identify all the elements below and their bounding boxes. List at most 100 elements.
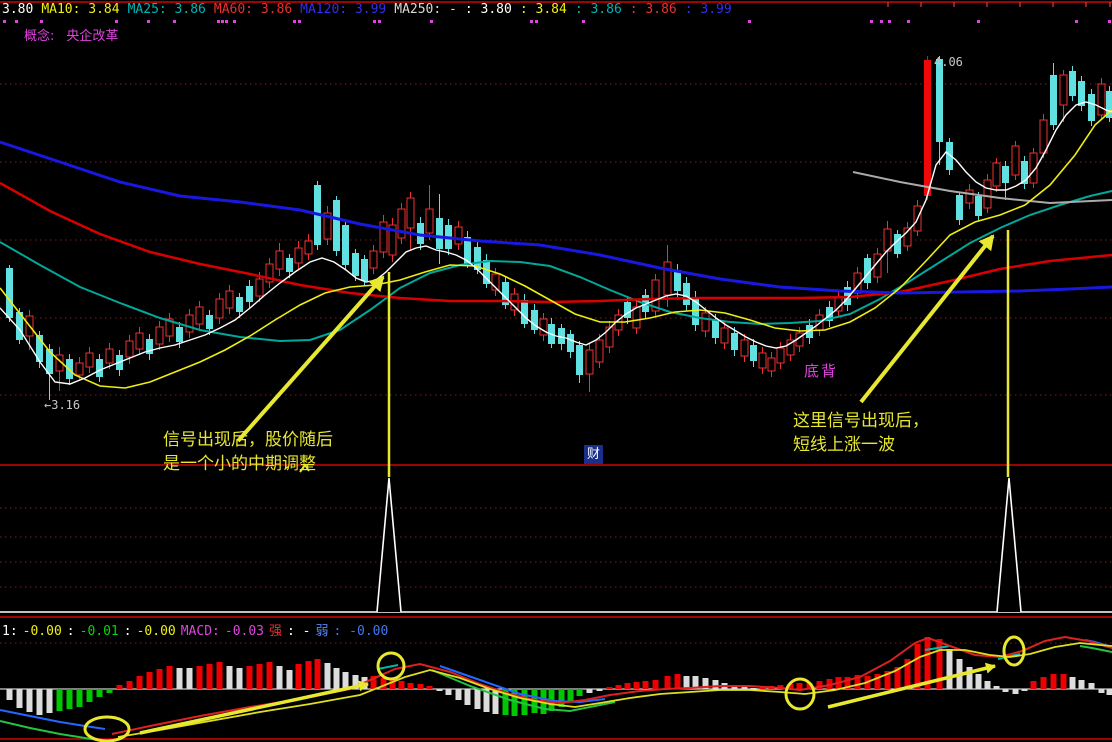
macd-histogram-bar: [236, 668, 243, 689]
candle-body: [983, 179, 992, 209]
candle-body: [342, 225, 349, 265]
candle-body: [567, 334, 574, 352]
macd-histogram-bar: [455, 689, 462, 700]
ma-value-segment: : 3.86: [574, 2, 622, 17]
macd-histogram-bar: [56, 689, 63, 711]
candle-body: [304, 240, 313, 255]
candle-body: [975, 196, 982, 216]
candle-body: [758, 352, 767, 369]
candle-body: [632, 306, 641, 329]
candle-body: [712, 320, 719, 338]
macd-histogram-bar: [445, 689, 452, 695]
macd-histogram-bar: [664, 676, 671, 689]
candle-body: [361, 259, 368, 281]
event-dot: [373, 20, 376, 23]
right-annotation: 这里信号出现后， 短线上涨一波: [793, 409, 929, 457]
right-annotation-line1: 这里信号出现后，: [793, 411, 929, 431]
macd-value-segment: -0.00: [136, 624, 176, 639]
candle-body: [246, 286, 253, 302]
macd-histogram-bar: [521, 689, 528, 715]
event-dot: [40, 20, 43, 23]
macd-value-segment: : -: [287, 624, 311, 639]
ma-value-segment: MA25: 3.86: [127, 2, 206, 17]
macd-histogram-bar: [342, 672, 349, 689]
concept-bar: 概念: 央企改革: [24, 25, 130, 44]
candle-body: [924, 60, 931, 196]
macd-histogram-bar: [66, 689, 73, 709]
macd-value-segment: : -0.00: [333, 624, 389, 639]
event-dot: [870, 20, 873, 23]
event-dot: [115, 20, 118, 23]
macd-histogram-bar: [1098, 689, 1105, 693]
event-dot: [1075, 20, 1078, 23]
candle-body: [397, 208, 406, 239]
macd-histogram-bar: [324, 663, 331, 689]
event-dot: [430, 20, 433, 23]
right-annotation-line2: 短线上涨一波: [793, 435, 895, 455]
ma60-line: [0, 181, 1112, 304]
ma-value-segment: : 3.84: [519, 2, 567, 17]
candle-body: [1059, 74, 1068, 106]
candle-body: [185, 314, 194, 333]
macd-histogram-bar: [106, 689, 113, 693]
macd-histogram-bar: [36, 689, 43, 715]
macd-histogram-bar: [750, 688, 757, 689]
macd-histogram-bar: [1088, 683, 1095, 689]
candle-body: [720, 327, 729, 344]
macd-histogram-bar: [492, 689, 499, 714]
macd-histogram-bar: [633, 682, 640, 689]
macd-annotation-arrow: [139, 680, 369, 735]
candle-body: [294, 247, 303, 264]
concept-label: 概念:: [24, 29, 55, 44]
left-annotation: 信号出现后，股价随后 是一个小的中期调整: [163, 428, 333, 476]
macd-histogram-bar: [295, 664, 302, 689]
ma-value-segment: : 3.99: [684, 2, 732, 17]
macd-histogram-bar: [6, 689, 13, 700]
macd-histogram-bar: [176, 668, 183, 689]
macd-histogram-bar: [76, 689, 83, 707]
candle-body: [521, 300, 528, 324]
candle-body: [6, 268, 13, 318]
macd-histogram-bar: [186, 668, 193, 689]
candle-body: [663, 261, 672, 296]
macd-histogram-bar: [1021, 689, 1028, 691]
event-dot: [748, 20, 751, 23]
macd-histogram-bar: [1002, 689, 1009, 692]
candle-body: [454, 226, 463, 245]
event-dot: [907, 20, 910, 23]
left-annotation-line1: 信号出现后，股价随后: [163, 430, 333, 450]
ma-value-segment: MA250: -: [394, 2, 457, 17]
concept-value[interactable]: 央企改革: [66, 29, 118, 44]
event-dot: [173, 20, 176, 23]
candle-body: [96, 359, 103, 377]
candles-layer: [6, 56, 1112, 400]
ma-value-segment: : 3.80: [464, 2, 512, 17]
macd-histogram-bar: [146, 672, 153, 689]
candle-body: [1011, 145, 1020, 176]
macd-histogram-bar: [266, 662, 273, 689]
macd-histogram-bar: [216, 662, 223, 689]
macd-histogram-bar: [46, 689, 53, 713]
bottom-divergence-label: 底背: [804, 362, 839, 380]
macd-histogram-bar: [464, 689, 471, 705]
candle-body: [236, 297, 243, 312]
candle-body: [215, 298, 224, 319]
macd-histogram-bar: [226, 666, 233, 689]
macd-value-segment: 弱: [315, 624, 329, 639]
ma-value-segment: MA10: 3.84: [41, 2, 120, 17]
event-dot: [217, 20, 220, 23]
macd-histogram-bar: [615, 685, 622, 689]
macd-histogram-bar: [975, 674, 982, 689]
event-dot: [535, 20, 538, 23]
candle-body: [195, 306, 204, 325]
event-dot: [225, 20, 228, 23]
event-dot: [1108, 20, 1111, 23]
candle-body: [105, 348, 114, 364]
candle-body: [275, 250, 284, 270]
candle-body: [992, 162, 1001, 187]
macd-histogram-bar: [246, 666, 253, 689]
candle-body: [85, 352, 94, 368]
candle-body: [585, 349, 594, 375]
macd-histogram-bar: [426, 686, 433, 689]
macd-histogram-bar: [276, 666, 283, 689]
